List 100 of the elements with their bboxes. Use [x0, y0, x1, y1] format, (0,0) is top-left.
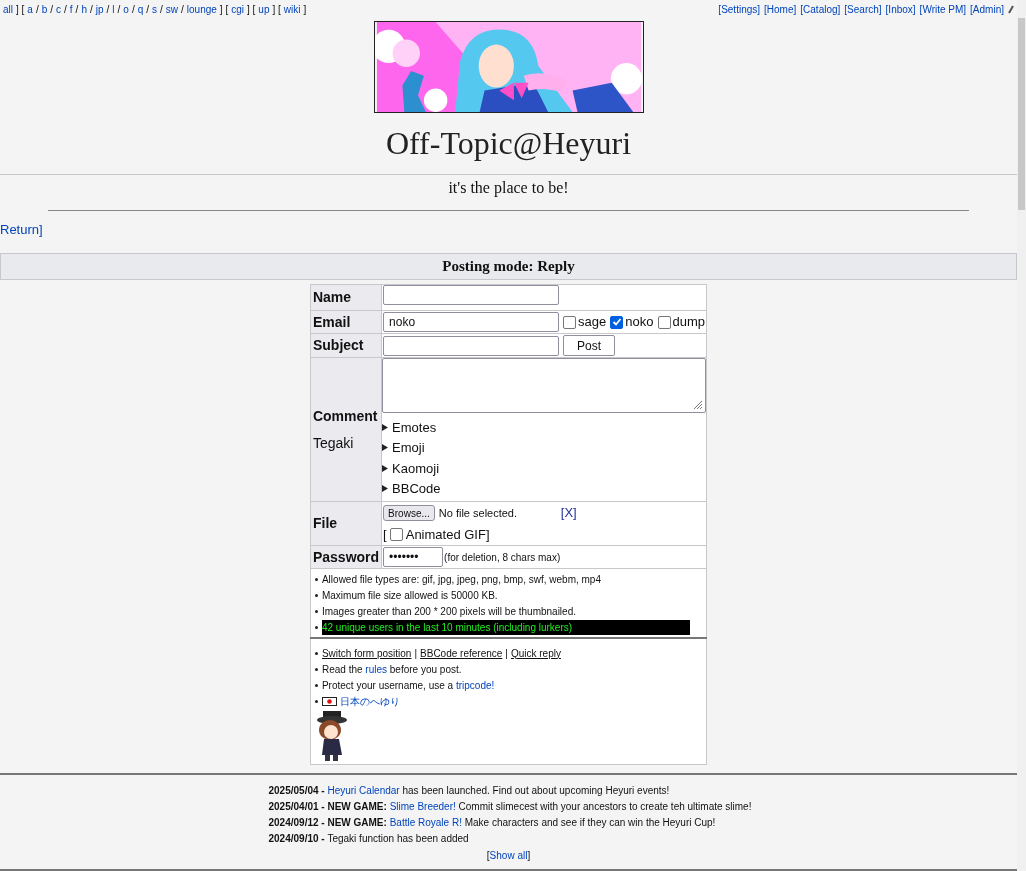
info-text: Read the rules before you post.: [321, 662, 462, 677]
board-link[interactable]: cgi: [231, 2, 244, 17]
field-label: Name: [312, 288, 352, 305]
nav-separator: ]: [303, 3, 307, 17]
return-link[interactable]: Return: [0, 222, 40, 237]
board-link[interactable]: h: [81, 2, 87, 17]
news-item: 2024/09/10 - Tegaki function has been added: [268, 832, 470, 846]
password-field[interactable]: •••••••: [383, 547, 444, 567]
nav-link[interactable]: [Catalog]: [800, 2, 841, 17]
field-label: Tegaki: [312, 433, 355, 453]
disclosure-triangle-icon: [382, 423, 390, 431]
nav-link[interactable]: [Inbox]: [885, 2, 916, 17]
post-button[interactable]: Post: [563, 335, 616, 356]
board-subtitle: it's the place to be!: [447, 178, 570, 198]
inline-link[interactable]: tripcode!: [455, 679, 495, 691]
option-label: sage: [578, 313, 607, 332]
link-separator: |: [414, 646, 418, 661]
checkbox[interactable]: [563, 315, 577, 329]
rule-text: Allowed file types are: gif, jpg, jpeg, png, bmp, swf, webm, mp4: [321, 572, 601, 587]
bracket: ]: [39, 222, 43, 237]
collapsible-section[interactable]: Kaomoji: [382, 458, 707, 479]
bullet-icon: [314, 651, 318, 655]
board-link[interactable]: l: [112, 2, 115, 17]
nav-separator: ] [: [272, 3, 281, 17]
bullet-icon: [314, 683, 318, 687]
clear-file-link[interactable]: [X]: [560, 503, 577, 523]
news-link[interactable]: Heyuri Calendar: [327, 785, 400, 796]
japan-flag-icon: [321, 696, 337, 706]
japanese-site-link[interactable]: 日本のへゆり: [339, 693, 400, 709]
board-title: Off-Topic@Heyuri: [384, 124, 633, 163]
board-link[interactable]: f: [69, 2, 73, 17]
board-link[interactable]: all: [3, 2, 13, 17]
name-field[interactable]: [383, 284, 560, 305]
collapsible-section[interactable]: BBCode: [382, 478, 707, 499]
checkbox[interactable]: [657, 315, 671, 329]
nav-separator: /: [160, 3, 163, 17]
bullet-icon: [314, 593, 318, 597]
board-link[interactable]: sw: [165, 2, 179, 17]
checkbox[interactable]: [389, 527, 403, 541]
nav-link[interactable]: [Home]: [764, 2, 797, 17]
nav-link[interactable]: [Admin]: [970, 2, 1004, 17]
browse-button[interactable]: Browse...: [383, 504, 435, 521]
email-field[interactable]: noko: [383, 312, 560, 332]
option-label: Animated GIF]: [405, 525, 490, 544]
bullet-icon: [314, 699, 318, 703]
nav-separator: /: [117, 3, 121, 17]
nav-separator: /: [89, 3, 93, 17]
comment-field[interactable]: [382, 358, 707, 413]
nav-link[interactable]: [Search]: [844, 2, 882, 17]
nav-separator: /: [75, 3, 79, 17]
link-separator: |: [505, 646, 508, 661]
resize-grip-icon[interactable]: [691, 398, 704, 410]
bracket: [: [383, 525, 387, 544]
field-hint: (for deletion, 8 chars max): [444, 550, 561, 565]
rule-text: Images greater than 200 * 200 pixels will be thumbnailed.: [321, 604, 576, 619]
board-link[interactable]: q: [137, 2, 144, 17]
collapsible-section[interactable]: Emotes: [382, 417, 707, 438]
scrollbar[interactable]: [1017, 0, 1026, 871]
scrollbar-thumb[interactable]: [1018, 18, 1025, 210]
nav-separator: /: [50, 3, 54, 17]
form-link[interactable]: BBCode reference: [420, 645, 503, 661]
nav-separator: /: [146, 3, 149, 17]
disclosure-triangle-icon: [382, 444, 390, 452]
board-link[interactable]: jp: [95, 2, 104, 17]
board-link[interactable]: wiki: [283, 2, 301, 17]
subject-field[interactable]: [383, 335, 560, 356]
nav-separator: ] [: [247, 3, 256, 17]
field-label: Subject: [312, 337, 364, 353]
bullet-icon: [314, 667, 318, 671]
news-link[interactable]: Slime Breeder!: [389, 801, 456, 812]
checkbox[interactable]: [610, 315, 624, 329]
board-link[interactable]: lounge: [186, 2, 217, 17]
nav-separator: ] [: [16, 3, 25, 17]
nav-separator: ] [: [219, 3, 229, 17]
news-item: 2024/09/12 - NEW GAME: Battle Royale R! Make characters and see if they can win the Heyuri Cup!: [268, 816, 717, 830]
bracket: ]: [527, 850, 531, 861]
bracket: [: [486, 850, 490, 861]
form-link[interactable]: Quick reply: [510, 645, 561, 661]
nav-link[interactable]: [Settings]: [718, 2, 761, 17]
news-item: 2025/04/01 - NEW GAME: Slime Breeder! Commit slimecest with your ancestors to create teh ultimate slime!: [268, 800, 749, 814]
news-link[interactable]: Battle Royale R!: [389, 817, 462, 828]
file-status: No file selected.: [438, 505, 519, 521]
rule-text: Maximum file size allowed is 50000 KB.: [321, 588, 498, 603]
nav-link[interactable]: [Write PM]: [919, 2, 967, 17]
board-link[interactable]: c: [56, 2, 62, 17]
board-link[interactable]: up: [258, 2, 270, 17]
board-link[interactable]: a: [27, 2, 33, 17]
field-label: File: [312, 515, 338, 531]
field-label: Email: [312, 313, 351, 330]
news-item: 2025/05/04 - Heyuri Calendar has been launched. Find out about upcoming Heyuri events!: [268, 784, 671, 798]
form-link[interactable]: Switch form position: [321, 645, 412, 661]
collapsible-section[interactable]: Emoji: [382, 437, 707, 458]
inline-link[interactable]: rules: [365, 663, 387, 675]
pencil-icon[interactable]: [1008, 5, 1014, 14]
nav-separator: /: [181, 3, 184, 17]
board-link[interactable]: o: [123, 2, 129, 17]
board-link[interactable]: s: [152, 2, 157, 17]
option-label: noko: [625, 313, 654, 332]
bullet-icon: [314, 609, 318, 613]
board-link[interactable]: b: [41, 2, 48, 17]
